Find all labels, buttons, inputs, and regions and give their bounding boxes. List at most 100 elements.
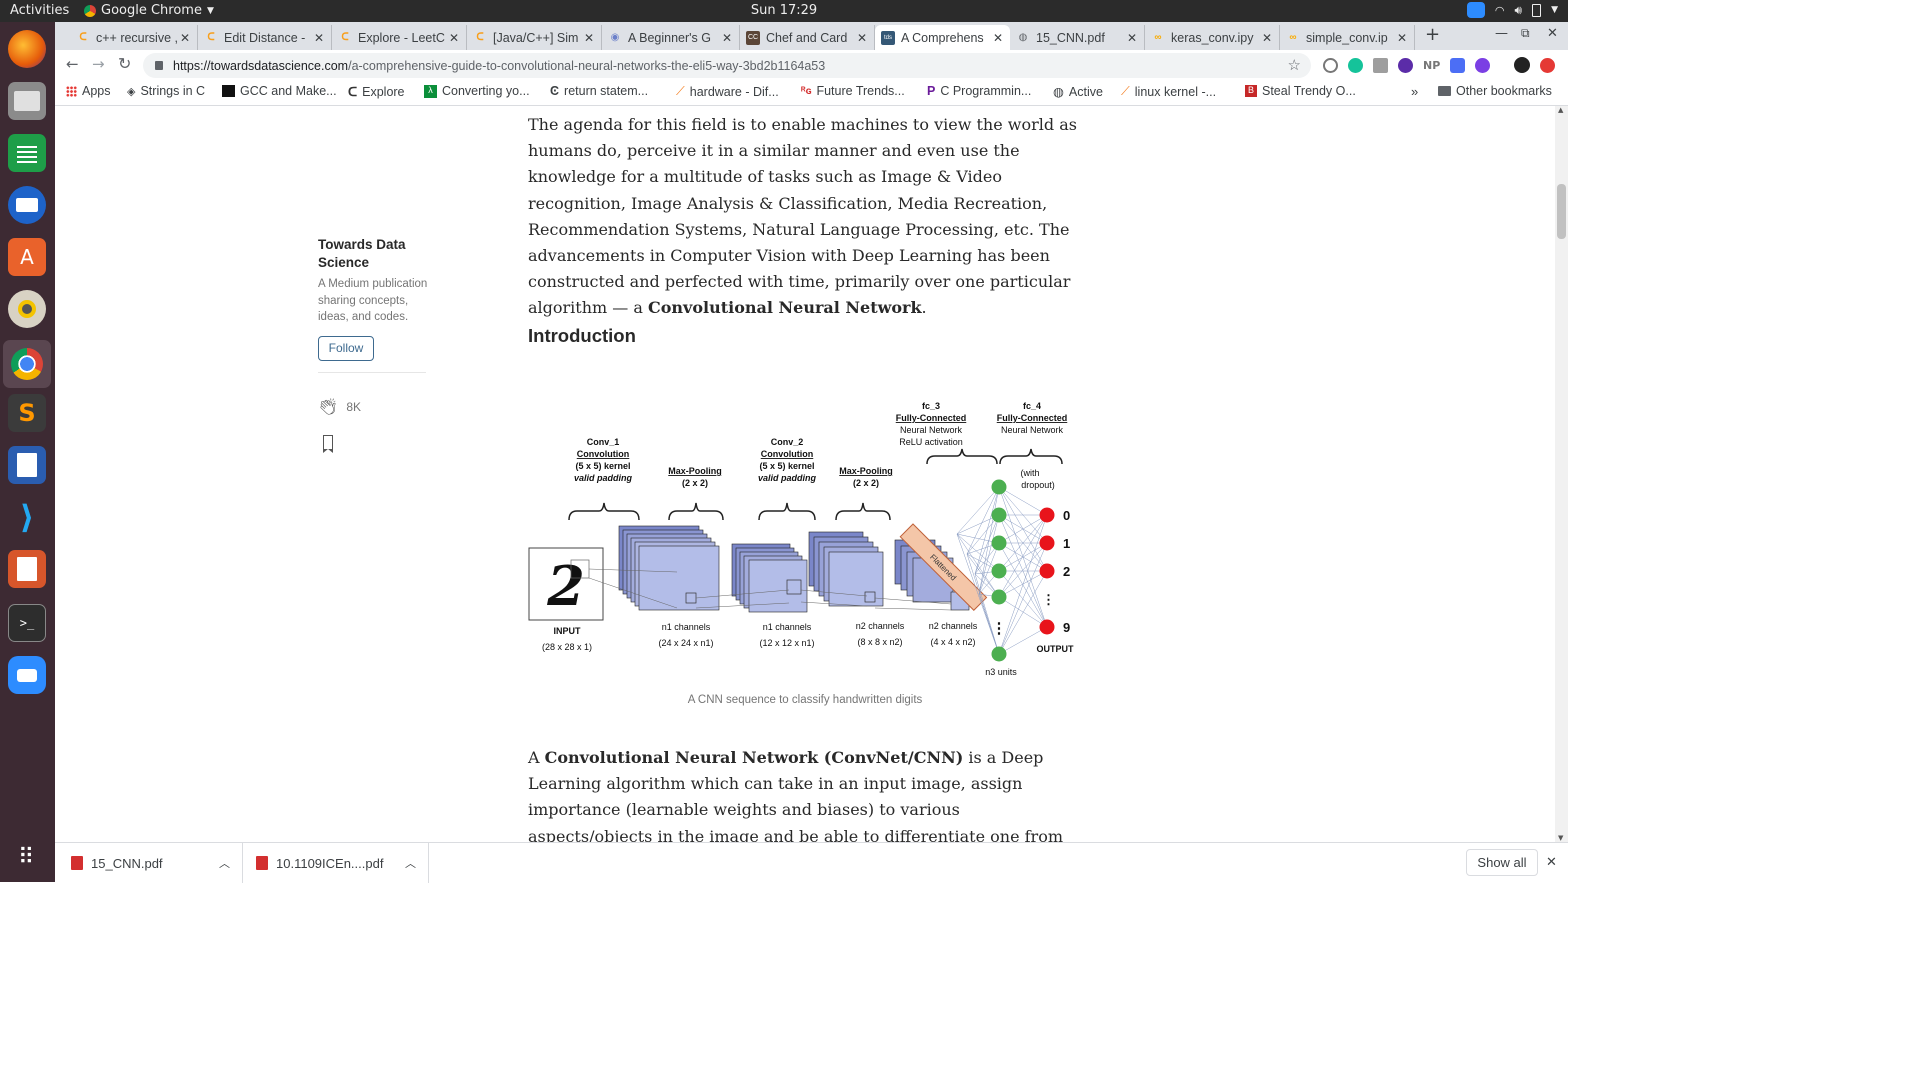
download-item-1[interactable]: 10.1109ICEn....pdf ︿	[243, 843, 429, 883]
sublime-text-icon[interactable]: S	[8, 394, 46, 432]
tab-0[interactable]: ᑕ c++ recursive , ✕	[70, 25, 198, 50]
fc3-ellipsis: ⋮	[992, 620, 1007, 637]
scroll-up-arrow[interactable]: ▲	[1558, 106, 1563, 114]
input-size: (28 x 28 x 1)	[542, 642, 592, 652]
bookmark-8[interactable]: PC Programmin...	[927, 84, 1031, 98]
bookmark-10[interactable]: ⟋ linux kernel -...	[1121, 84, 1216, 99]
fc3-label: Fully-Connected	[896, 413, 967, 423]
np-icon[interactable]: NP	[1423, 59, 1440, 72]
more-bookmarks-chevron[interactable]: »	[1411, 84, 1418, 99]
forward-button[interactable]: →	[92, 55, 105, 73]
bookmark-7[interactable]: ᴿɢ Future Trends...	[801, 84, 905, 98]
chevron-up-icon[interactable]: ︿	[219, 855, 230, 871]
clap-button[interactable]: 👏︎ 8K	[318, 397, 428, 417]
bookmark-11[interactable]: B Steal Trendy O...	[1245, 84, 1356, 98]
close-icon[interactable]: ✕	[719, 31, 735, 45]
tab-5[interactable]: CC Chef and Card ✕	[740, 25, 875, 50]
fc3-label: Neural Network	[900, 425, 963, 435]
paragraph-agenda: The agenda for this field is to enable m…	[528, 115, 1077, 318]
fc-edge	[998, 486, 1048, 516]
extensions-area: NP	[1323, 57, 1556, 73]
bookmark-9[interactable]: ◍ Active	[1053, 84, 1103, 100]
extension-icon[interactable]	[1323, 57, 1338, 73]
layer2-size: (12 x 12 x n1)	[759, 638, 814, 648]
extension-icon[interactable]	[1398, 57, 1413, 73]
close-icon[interactable]: ✕	[1259, 31, 1275, 45]
system-tray[interactable]: ◠ 🔊︎ ▼	[1466, 2, 1558, 18]
extension-icon[interactable]	[1475, 57, 1491, 73]
close-downloads-icon[interactable]: ✕	[1546, 854, 1557, 870]
bookmark-4[interactable]: λ Converting yo...	[424, 84, 530, 98]
address-bar[interactable]: https://towardsdatascience.com/a-compreh…	[143, 53, 1311, 78]
window-close-button[interactable]: ✕	[1547, 26, 1558, 41]
back-button[interactable]: ←	[66, 55, 79, 73]
terminal-icon[interactable]: >_	[8, 604, 46, 642]
clap-icon: 👏︎	[318, 398, 339, 416]
bookmark-apps[interactable]: Apps	[66, 84, 111, 98]
colab-icon: ∞	[1154, 32, 1162, 43]
dropout-label: dropout)	[1021, 480, 1055, 490]
software-center-icon[interactable]: A	[8, 238, 46, 276]
tab-9[interactable]: ∞ simple_conv.ip ✕	[1280, 25, 1415, 50]
close-icon[interactable]: ✕	[1124, 31, 1140, 45]
spreadsheet-icon[interactable]	[8, 134, 46, 172]
grammarly-icon[interactable]	[1348, 57, 1363, 73]
zoom-tray-icon[interactable]	[1466, 2, 1485, 18]
tab-6[interactable]: tds A Comprehens ✕	[875, 25, 1010, 50]
tab-8[interactable]: ∞ keras_conv.ipy ✕	[1145, 25, 1280, 50]
bookmark-1[interactable]: ◈ Strings in C	[127, 84, 205, 98]
tab-4[interactable]: ◉ A Beginner's G ✕	[602, 25, 740, 50]
download-item-0[interactable]: 15_CNN.pdf ︿	[55, 843, 243, 883]
vscode-icon[interactable]: ⟩	[8, 498, 46, 536]
bookmark-5[interactable]: Ͼreturn statem...	[550, 84, 648, 98]
reload-button[interactable]: ↻	[118, 54, 131, 73]
chevron-up-icon[interactable]: ︿	[405, 855, 416, 871]
publication-name[interactable]: Towards Data Science	[318, 236, 418, 272]
other-bookmarks[interactable]: Other bookmarks	[1438, 84, 1552, 98]
codechef-icon: CC	[746, 30, 760, 45]
show-all-button[interactable]: Show all	[1466, 849, 1538, 876]
tab-3[interactable]: ᑕ [Java/C++] Sim ✕	[467, 25, 602, 50]
feature-map-stack-2	[731, 543, 808, 613]
profile-avatar[interactable]	[1514, 57, 1531, 73]
tab-1[interactable]: ᑕ Edit Distance - ✕	[198, 25, 332, 50]
bookmark-6[interactable]: ⟋ hardware - Dif...	[676, 84, 779, 99]
show-applications-icon[interactable]: ⠿	[8, 838, 46, 876]
writer-icon[interactable]	[8, 446, 46, 484]
close-icon[interactable]: ✕	[1394, 31, 1410, 45]
zoom-icon[interactable]	[8, 656, 46, 694]
extension-icon[interactable]	[1373, 57, 1388, 73]
divider	[318, 371, 426, 373]
close-icon[interactable]: ✕	[581, 31, 597, 45]
tab-7[interactable]: ◍ 15_CNN.pdf ✕	[1010, 25, 1145, 50]
bookmark-3[interactable]: ᑕ Explore	[348, 84, 405, 100]
power-menu-icon: ▼	[1551, 5, 1558, 15]
extension-icon[interactable]	[1450, 57, 1466, 73]
layer3-size: (8 x 8 x n2)	[857, 637, 902, 647]
bookmark-icon[interactable]	[322, 434, 333, 453]
scroll-down-arrow[interactable]: ▼	[1558, 834, 1563, 842]
close-icon[interactable]: ✕	[446, 31, 462, 45]
close-icon[interactable]: ✕	[311, 31, 327, 45]
impress-icon[interactable]	[8, 550, 46, 588]
scrollbar-thumb[interactable]	[1557, 184, 1566, 239]
firefox-icon[interactable]	[8, 30, 46, 68]
file-manager-icon[interactable]	[8, 82, 46, 120]
bookmark-2[interactable]: GCC and Make...	[222, 84, 337, 98]
rhythmbox-icon[interactable]	[8, 290, 46, 328]
follow-button[interactable]: Follow	[318, 335, 374, 361]
thunderbird-icon[interactable]	[8, 186, 46, 224]
tab-2[interactable]: ᑕ Explore - LeetC ✕	[332, 25, 467, 50]
close-icon[interactable]: ✕	[177, 31, 193, 45]
clock[interactable]: Sun 17:29	[0, 3, 1568, 18]
volume-icon: 🔊︎	[1514, 2, 1523, 17]
minimize-button[interactable]: —	[1495, 26, 1508, 41]
update-icon[interactable]	[1540, 57, 1556, 73]
restore-button[interactable]: ⧉	[1521, 26, 1530, 41]
new-tab-button[interactable]: +	[1425, 24, 1440, 45]
close-icon[interactable]: ✕	[854, 31, 870, 45]
chrome-dock-icon[interactable]	[3, 340, 51, 388]
star-icon[interactable]: ☆	[1288, 56, 1301, 74]
close-icon[interactable]: ✕	[990, 31, 1006, 45]
colab-icon: ∞	[1289, 32, 1297, 43]
